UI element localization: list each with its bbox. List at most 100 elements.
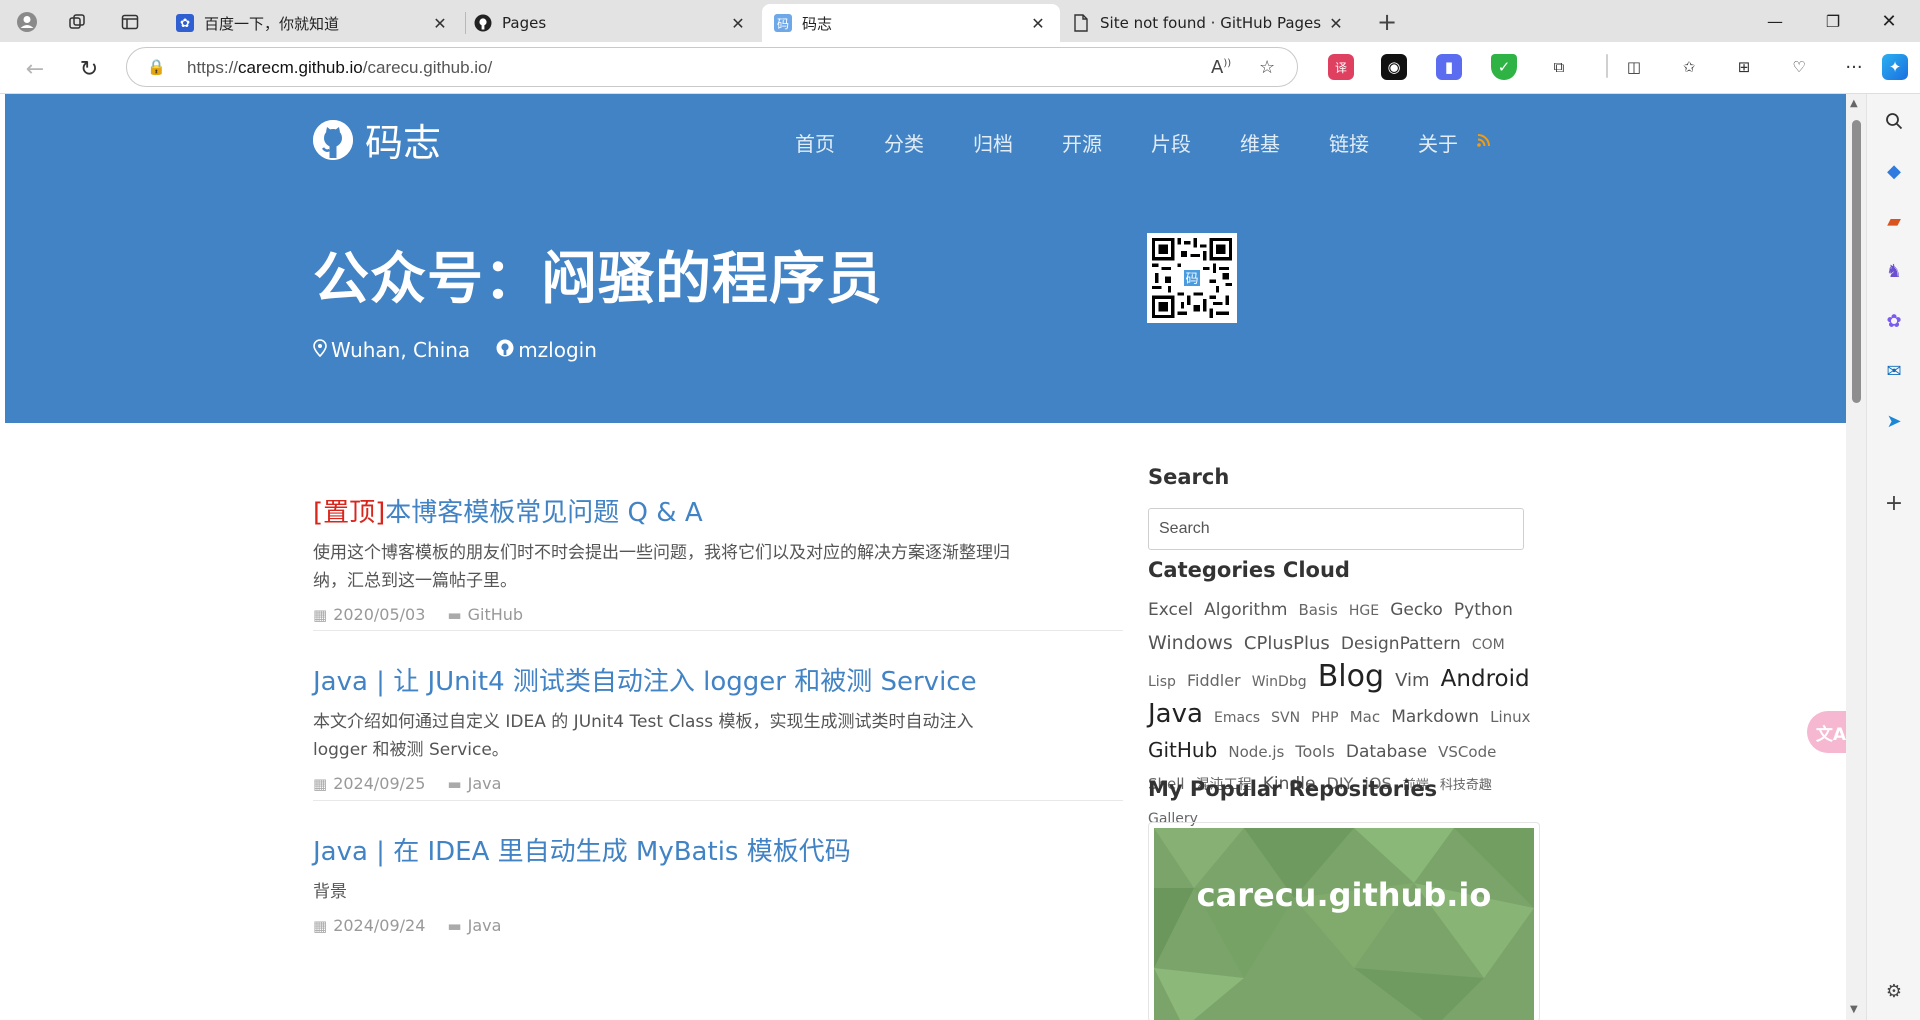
nav-open-source[interactable]: 开源 [1062, 128, 1102, 157]
translate-extension-icon[interactable]: 译 [1328, 54, 1354, 80]
more-menu-icon[interactable]: ··· [1841, 54, 1867, 80]
send-icon[interactable]: ➤ [1879, 406, 1909, 436]
purple-extension-icon[interactable]: ▮ [1436, 54, 1462, 80]
site-name: 码志 [365, 121, 442, 165]
refresh-icon[interactable]: ↻ [74, 54, 104, 84]
scroll-down-arrow[interactable]: ▼ [1850, 1004, 1858, 1015]
vertical-tabs-icon[interactable] [117, 9, 143, 35]
search-input[interactable] [1148, 508, 1524, 550]
performance-icon[interactable]: ♡ [1786, 54, 1812, 80]
copilot-icon[interactable]: ✦ [1882, 54, 1908, 80]
shield-extension-icon[interactable]: ✓ [1491, 54, 1517, 80]
category-tag[interactable]: Markdown [1391, 707, 1479, 727]
post-category[interactable]: ▬ Java [447, 916, 501, 935]
category-tag[interactable]: Java [1148, 699, 1203, 729]
category-tag[interactable]: GitHub [1148, 738, 1217, 762]
outlook-icon[interactable]: ✉ [1879, 356, 1909, 386]
close-tab-icon[interactable]: ✕ [728, 14, 748, 33]
category-tag[interactable]: Node.js [1228, 743, 1284, 761]
url-text[interactable]: https://carecm.github.io/carecu.github.i… [187, 58, 492, 78]
category-tag[interactable]: Basis [1299, 601, 1338, 619]
sidebar-settings-gear-icon[interactable]: ⚙ [1879, 976, 1909, 1006]
category-tag[interactable]: Lisp [1148, 674, 1176, 690]
github-icon [474, 14, 492, 32]
read-aloud-icon[interactable]: A)) [1211, 57, 1231, 78]
copilot-hub-icon[interactable]: ✿ [1879, 306, 1909, 336]
close-tab-icon[interactable]: ✕ [1028, 14, 1048, 33]
category-tag[interactable]: 科技奇趣 [1440, 778, 1492, 793]
category-tag[interactable]: Mac [1350, 708, 1380, 726]
restore-icon[interactable]: ❐ [1810, 6, 1856, 36]
close-tab-icon[interactable]: ✕ [1326, 14, 1346, 33]
favorites-icon[interactable]: ✩ [1676, 54, 1702, 80]
category-tag[interactable]: Excel [1148, 600, 1193, 620]
page-scrollbar[interactable]: ▲ ▼ [1846, 94, 1866, 1020]
scroll-up-arrow[interactable]: ▲ [1850, 98, 1858, 109]
favorite-star-icon[interactable]: ☆ [1259, 57, 1275, 78]
nav-archives[interactable]: 归档 [973, 128, 1013, 157]
category-tag[interactable]: VSCode [1438, 743, 1496, 761]
tab-pages[interactable]: Pages ✕ [462, 4, 760, 42]
category-tag[interactable]: PHP [1311, 710, 1338, 726]
new-tab-icon[interactable]: + [1374, 8, 1400, 36]
category-tag[interactable]: DesignPattern [1341, 634, 1461, 654]
post-divider [313, 630, 1123, 631]
category-tag[interactable]: Android [1441, 666, 1530, 692]
back-icon[interactable]: ← [20, 54, 50, 84]
mask-extension-icon[interactable]: ◉ [1381, 54, 1407, 80]
close-window-icon[interactable]: ✕ [1866, 6, 1912, 36]
scrollbar-thumb[interactable] [1852, 120, 1861, 403]
post-category[interactable]: ▬ GitHub [447, 605, 523, 624]
workspaces-icon[interactable] [64, 9, 90, 35]
category-tag[interactable]: Python [1454, 600, 1513, 620]
repo-card[interactable]: carecu.github.io [1148, 822, 1540, 1020]
nav-wiki[interactable]: 维基 [1240, 128, 1280, 157]
tools-briefcase-icon[interactable]: ▰ [1879, 206, 1909, 236]
add-sidebar-app-icon[interactable]: + [1879, 488, 1909, 518]
post-item: Java | 让 JUnit4 测试类自动注入 logger 和被测 Servi… [313, 661, 1123, 793]
nav-links[interactable]: 链接 [1329, 128, 1369, 157]
address-bar[interactable]: 🔒 https://carecm.github.io/carecu.github… [126, 47, 1298, 87]
category-tag[interactable]: Fiddler [1187, 671, 1241, 690]
translate-icon: 文A [1815, 724, 1846, 745]
category-tag[interactable]: WinDbg [1252, 674, 1307, 690]
category-tag[interactable]: Tools [1295, 742, 1334, 761]
rss-icon[interactable] [1477, 132, 1490, 157]
category-tag[interactable]: Windows [1148, 632, 1233, 654]
nav-fragments[interactable]: 片段 [1151, 128, 1191, 157]
category-tag[interactable]: Algorithm [1204, 600, 1287, 620]
post-category[interactable]: ▬ Java [447, 774, 501, 793]
extensions-puzzle-icon[interactable]: ⧉ [1546, 54, 1572, 80]
tab-site-not-found[interactable]: Site not found · GitHub Pages ✕ [1060, 4, 1358, 42]
floating-translate-button[interactable]: 文A [1807, 711, 1846, 753]
category-tag[interactable]: HGE [1349, 603, 1379, 619]
post-title[interactable]: Java | 让 JUnit4 测试类自动注入 logger 和被测 Servi… [313, 661, 1123, 698]
category-tag[interactable]: SVN [1271, 710, 1300, 726]
category-tag[interactable]: Vim [1395, 670, 1429, 691]
profile-icon[interactable] [14, 9, 40, 35]
search-icon[interactable] [1879, 106, 1909, 136]
close-tab-icon[interactable]: ✕ [430, 14, 450, 33]
shopping-tag-icon[interactable]: ◆ [1879, 156, 1909, 186]
games-icon[interactable]: ♞ [1879, 256, 1909, 286]
split-screen-icon[interactable]: ◫ [1621, 54, 1647, 80]
nav-home[interactable]: 首页 [795, 128, 835, 157]
post-title[interactable]: [置顶]本博客模板常见问题 Q & A [313, 492, 1123, 529]
category-tag[interactable]: Emacs [1214, 710, 1260, 726]
collections-icon[interactable]: ⊞ [1731, 54, 1757, 80]
category-tag[interactable]: CPlusPlus [1244, 633, 1330, 654]
category-tag[interactable]: COM [1472, 637, 1505, 653]
category-tag[interactable]: Database [1346, 742, 1427, 762]
nav-categories[interactable]: 分类 [884, 128, 924, 157]
site-logo[interactable]: 码志 [313, 112, 441, 167]
category-tag[interactable]: Blog [1318, 659, 1384, 694]
post-title[interactable]: Java | 在 IDEA 里自动生成 MyBatis 模板代码 [313, 831, 1123, 868]
nav-about[interactable]: 关于 [1418, 128, 1458, 157]
github-link[interactable]: mzlogin [496, 338, 597, 362]
category-tag[interactable]: Linux [1490, 708, 1530, 726]
tab-baidu[interactable]: ✿ 百度一下，你就知道 ✕ [164, 4, 462, 42]
minimize-icon[interactable]: — [1752, 6, 1798, 36]
category-tag[interactable]: Gecko [1390, 600, 1443, 620]
tab-mazhi[interactable]: 码 码志 ✕ [762, 4, 1060, 42]
post-meta: ▦ 2024/09/24 ▬ Java [313, 916, 1123, 935]
